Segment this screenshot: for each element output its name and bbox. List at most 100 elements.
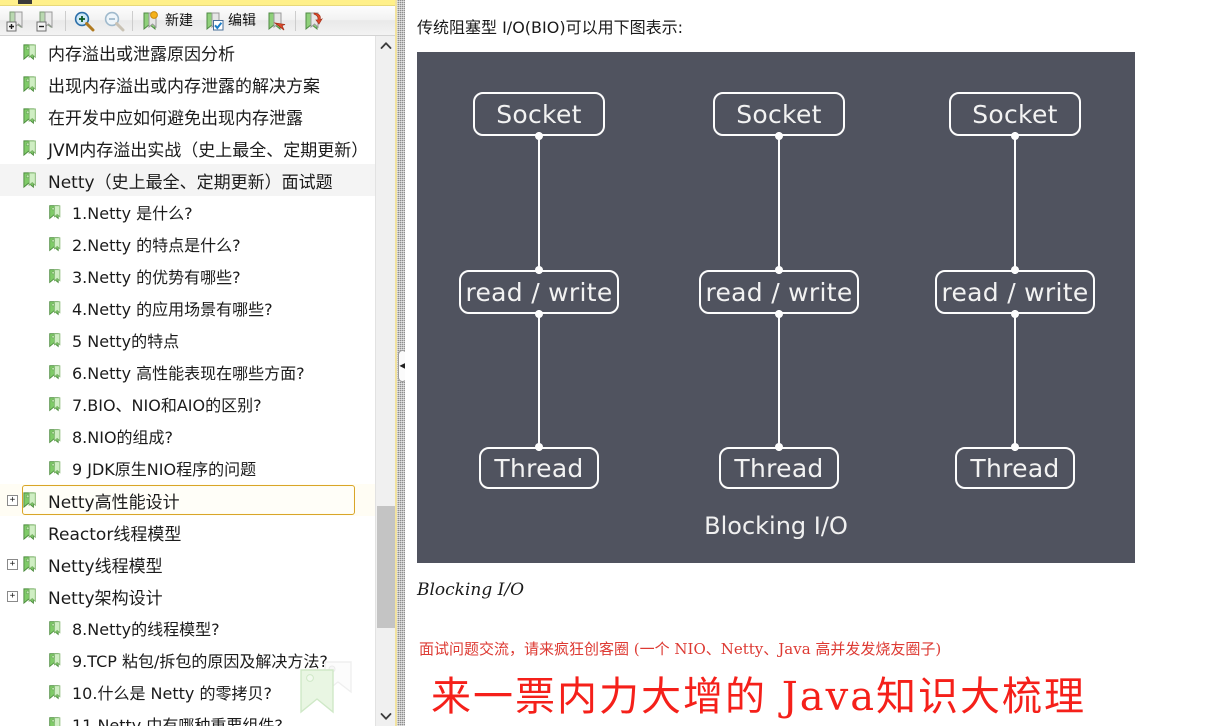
- tree-item[interactable]: 3.Netty 的优势有哪些?: [0, 260, 375, 292]
- tree-item-label: 9 JDK原生NIO程序的问题: [72, 460, 257, 479]
- tree-vertical-scrollbar[interactable]: [375, 36, 395, 726]
- diagram-edge: [1014, 310, 1016, 451]
- zoom-out-button[interactable]: [99, 8, 129, 34]
- tree-item[interactable]: 11.Netty 中有哪种重要组件?: [0, 708, 375, 726]
- scroll-down-arrow[interactable]: [376, 707, 395, 726]
- diagram-node-socket: Socket: [473, 92, 605, 136]
- diagram-node-label: Socket: [972, 99, 1058, 129]
- tree-item[interactable]: 9 JDK原生NIO程序的问题: [0, 452, 375, 484]
- new-icon: [143, 10, 158, 30]
- tree-expander[interactable]: +: [7, 494, 18, 506]
- tree-item[interactable]: 5 Netty的特点: [0, 324, 375, 356]
- diagram-edge: [538, 310, 540, 451]
- diagram-connector-dot: [535, 310, 543, 318]
- tree-item-icon: [22, 107, 41, 126]
- promo-line: 面试问题交流，请来疯狂创客圈 (一个 NIO、Netty、Java 高并发发烧友…: [419, 640, 942, 658]
- tree-item[interactable]: 1.Netty 是什么?: [0, 196, 375, 228]
- diagram-node-rw: read / write: [699, 270, 859, 314]
- diagram-node-label: Socket: [496, 99, 582, 129]
- tree-expander[interactable]: +: [7, 558, 18, 570]
- tree-item-icon: [48, 396, 65, 413]
- tree-expander[interactable]: +: [7, 590, 18, 602]
- tree-item[interactable]: + Netty高性能设计: [0, 484, 375, 516]
- tree-item-icon: [48, 332, 65, 349]
- bookmark-icon: [23, 43, 36, 60]
- tree-item[interactable]: 内存溢出或泄露原因分析: [0, 36, 375, 68]
- new-button[interactable]: 新建: [136, 8, 199, 34]
- scroll-up-arrow[interactable]: [376, 36, 395, 55]
- tree-item-label: 10.什么是 Netty 的零拷贝?: [72, 684, 272, 703]
- tree-item-icon: [48, 716, 65, 726]
- tree-item[interactable]: + Netty线程模型: [0, 548, 375, 580]
- tree-item-label: 11.Netty 中有哪种重要组件?: [72, 716, 283, 726]
- tree-item[interactable]: 6.Netty 高性能表现在哪些方面?: [0, 356, 375, 388]
- tree-item-label: 内存溢出或泄露原因分析: [48, 44, 235, 65]
- delete-bookmark-icon: [268, 12, 286, 30]
- diagram-node-rw: read / write: [935, 270, 1095, 314]
- diagram-node-label: read / write: [941, 277, 1089, 307]
- refresh-bookmark-button[interactable]: [299, 8, 329, 34]
- bookmark-icon: [49, 204, 61, 219]
- application-window: 新建 编辑 内存溢出或泄露原因分析 出现内存溢出或内存泄露的解决方案 在开发中应…: [0, 0, 1222, 726]
- tree-item-label: 8.NIO的组成?: [72, 428, 174, 447]
- pane-splitter[interactable]: ◀: [395, 0, 407, 726]
- bookmark-tree-pane: 新建 编辑 内存溢出或泄露原因分析 出现内存溢出或内存泄露的解决方案 在开发中应…: [0, 0, 395, 726]
- tree-item-label: 3.Netty 的优势有哪些?: [72, 268, 241, 287]
- tree-item-label: 4.Netty 的应用场景有哪些?: [72, 300, 273, 319]
- tree-item[interactable]: 8.Netty的线程模型?: [0, 612, 375, 644]
- tree-item[interactable]: Reactor线程模型: [0, 516, 375, 548]
- diagram-node-label: Thread: [970, 453, 1060, 483]
- diagram-node-label: read / write: [705, 277, 853, 307]
- toolbar-separator-2: [132, 10, 133, 31]
- tree-item[interactable]: 10.什么是 Netty 的零拷贝?: [0, 676, 375, 708]
- tree-item-label: 7.BIO、NIO和AIO的区别?: [72, 396, 262, 415]
- bookmark-icon: [49, 396, 61, 411]
- tree-item-label: Reactor线程模型: [48, 524, 182, 545]
- bookmark-icon: [49, 300, 61, 315]
- tree-item[interactable]: 7.BIO、NIO和AIO的区别?: [0, 388, 375, 420]
- tree-item-icon: [22, 491, 41, 510]
- add-bookmark-icon: [6, 11, 23, 31]
- diagram-connector-dot: [535, 443, 543, 451]
- tree-item-label: 5 Netty的特点: [72, 332, 180, 351]
- diagram-node-label: Thread: [734, 453, 824, 483]
- scrollbar-thumb[interactable]: [377, 506, 395, 628]
- bookmark-icon: [23, 171, 36, 188]
- add-bookmark-button[interactable]: [2, 8, 32, 34]
- tree-item[interactable]: Netty（史上最全、定期更新）面试题: [0, 164, 375, 196]
- tree-item-icon: [48, 236, 65, 253]
- tree-item-icon: [48, 268, 65, 285]
- diagram-edge: [1014, 132, 1016, 274]
- tree-item-icon: [48, 428, 65, 445]
- toolbar-separator-3: [295, 10, 296, 31]
- tree-item[interactable]: 8.NIO的组成?: [0, 420, 375, 452]
- tree-item[interactable]: 在开发中应如何避免出现内存泄露: [0, 100, 375, 132]
- tree-item[interactable]: 出现内存溢出或内存泄露的解决方案: [0, 68, 375, 100]
- bookmark-icon: [49, 684, 61, 699]
- tree-item-label: 出现内存溢出或内存泄露的解决方案: [48, 76, 320, 97]
- tree-item[interactable]: JVM内存溢出实战（史上最全、定期更新）: [0, 132, 375, 164]
- diagram-edge: [778, 132, 780, 274]
- bookmark-tree[interactable]: 内存溢出或泄露原因分析出现内存溢出或内存泄露的解决方案在开发中应如何避免出现内存…: [0, 36, 375, 726]
- tree-item-icon: [22, 555, 41, 574]
- tree-item-icon: [48, 204, 65, 221]
- tree-item[interactable]: 2.Netty 的特点是什么?: [0, 228, 375, 260]
- bookmark-icon: [23, 523, 36, 540]
- tree-item-label: JVM内存溢出实战（史上最全、定期更新）: [48, 140, 369, 161]
- edit-button[interactable]: 编辑: [199, 8, 262, 34]
- toolbar-separator-1: [65, 10, 66, 31]
- tree-scroll-area: 内存溢出或泄露原因分析出现内存溢出或内存泄露的解决方案在开发中应如何避免出现内存…: [0, 36, 395, 726]
- tree-item[interactable]: 9.TCP 粘包/拆包的原因及解决方法?: [0, 644, 375, 676]
- tree-item-label: 8.Netty的线程模型?: [72, 620, 220, 639]
- delete-bookmark-button[interactable]: [262, 8, 292, 34]
- tree-item[interactable]: + Netty架构设计: [0, 580, 375, 612]
- remove-bookmark-button[interactable]: [32, 8, 62, 34]
- diagram-connector-dot: [1011, 310, 1019, 318]
- diagram-node-label: Thread: [494, 453, 584, 483]
- window-top-strip: [0, 0, 395, 6]
- tree-item[interactable]: 4.Netty 的应用场景有哪些?: [0, 292, 375, 324]
- tree-item-label: 6.Netty 高性能表现在哪些方面?: [72, 364, 305, 383]
- zoom-in-button[interactable]: [69, 8, 99, 34]
- edit-button-label: 编辑: [228, 12, 256, 29]
- tree-item-icon: [22, 75, 41, 94]
